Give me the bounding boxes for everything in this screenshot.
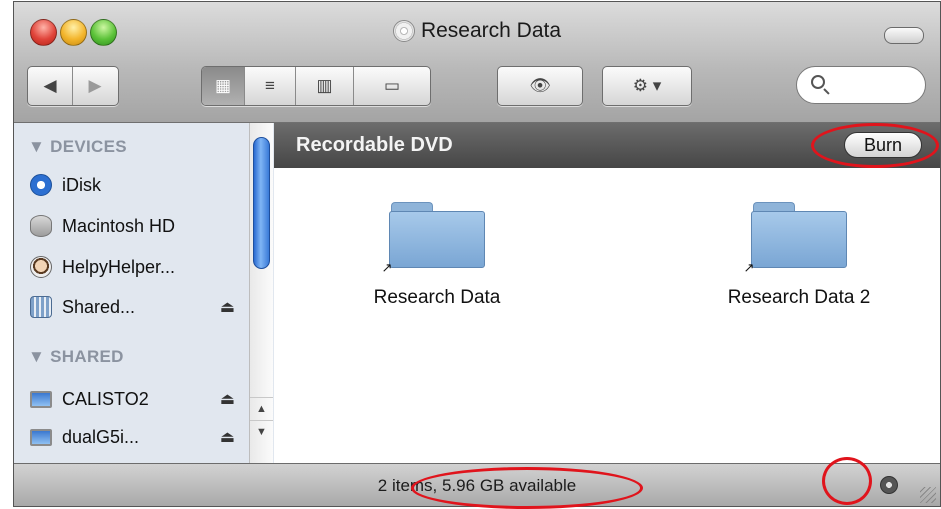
- sidebar-item-dualg5[interactable]: dualG5i... ⏏: [30, 421, 235, 453]
- back-button[interactable]: ◀: [28, 67, 73, 105]
- sidebar-item-label: Shared...: [62, 296, 136, 317]
- action-menu-button[interactable]: ⚙ ▾: [603, 67, 691, 105]
- sidebar-item-label: HelpyHelper...: [62, 256, 176, 277]
- content-header-title: Recordable DVD: [296, 134, 453, 156]
- file-browser-area[interactable]: ↗ Research Data ↗ Research Data 2: [274, 168, 940, 463]
- shared-volume-icon: [30, 296, 52, 318]
- sidebar-item-label: Macintosh HD: [62, 215, 176, 236]
- eject-icon[interactable]: ⏏: [220, 427, 235, 447]
- status-available-space: 2 items, 5.96 GB available: [377, 476, 577, 495]
- folder-label: Research Data: [373, 287, 501, 308]
- dvd-disc-icon: [392, 20, 415, 42]
- window-title-text: Research Data: [420, 19, 562, 42]
- sidebar-item-idisk[interactable]: iDisk: [30, 169, 235, 201]
- resize-grip-icon[interactable]: [920, 487, 936, 503]
- idisk-icon: [30, 174, 52, 196]
- scroll-up-arrow-icon[interactable]: ▲: [250, 397, 273, 420]
- list-view-button[interactable]: ≡: [245, 67, 296, 105]
- burn-progress-icon[interactable]: [880, 476, 898, 494]
- folder-item-research-data[interactable]: ↗ Research Data: [327, 202, 547, 309]
- sidebar-item-label: CALISTO2: [62, 388, 149, 409]
- sidebar-item-shared-volume[interactable]: Shared... ⏏: [30, 291, 235, 323]
- title-bar: Research Data ◀ ▶ ▦ ≡ ▥ ▭ 👁 ⚙ ▾: [14, 2, 940, 123]
- toolbar-toggle-button[interactable]: [884, 27, 924, 44]
- eject-icon[interactable]: ⏏: [220, 389, 235, 409]
- alias-arrow-icon: ↗: [381, 260, 393, 275]
- scroll-down-arrow-icon[interactable]: ▼: [250, 420, 273, 443]
- shared-section-header[interactable]: ▼ SHARED: [28, 347, 124, 367]
- devices-section-header[interactable]: ▼ DEVICES: [28, 137, 127, 157]
- action-menu-group: ⚙ ▾: [602, 66, 692, 106]
- sidebar-item-label: iDisk: [62, 174, 101, 195]
- search-field[interactable]: [796, 66, 926, 104]
- view-mode-group: ▦ ≡ ▥ ▭: [201, 66, 431, 106]
- sidebar-scrollbar[interactable]: ▲ ▼: [249, 123, 273, 463]
- burn-button[interactable]: Burn: [844, 132, 922, 158]
- computer-icon: [30, 390, 52, 408]
- content-header: Recordable DVD Burn: [274, 123, 940, 168]
- hard-drive-icon: [30, 215, 52, 237]
- status-bar: 2 items, 5.96 GB available: [14, 463, 940, 506]
- cover-flow-button[interactable]: ▭: [354, 67, 430, 105]
- icon-view-button[interactable]: ▦: [202, 67, 245, 105]
- folder-item-research-data-2[interactable]: ↗ Research Data 2: [689, 202, 909, 309]
- nav-button-group: ◀ ▶: [27, 66, 119, 106]
- quick-look-button[interactable]: 👁: [498, 67, 582, 105]
- forward-button[interactable]: ▶: [73, 67, 117, 105]
- alias-arrow-icon: ↗: [743, 260, 755, 275]
- window-title: Research Data: [14, 19, 940, 47]
- quick-look-group: 👁: [497, 66, 583, 106]
- folder-label: Research Data 2: [727, 287, 871, 308]
- home-icon: [30, 256, 52, 278]
- folder-alias-icon: ↗: [382, 202, 485, 274]
- scrollbar-thumb[interactable]: [253, 137, 270, 269]
- sidebar: ▼ DEVICES iDisk Macintosh HD HelpyHelper…: [14, 123, 274, 463]
- search-icon: [811, 75, 825, 89]
- finder-window: Research Data ◀ ▶ ▦ ≡ ▥ ▭ 👁 ⚙ ▾ ▼ DEVICE…: [13, 1, 941, 507]
- computer-icon: [30, 428, 52, 446]
- sidebar-item-label: dualG5i...: [62, 426, 140, 447]
- folder-alias-icon: ↗: [744, 202, 847, 274]
- sidebar-item-helpyhelper[interactable]: HelpyHelper...: [30, 251, 235, 283]
- sidebar-item-calisto2[interactable]: CALISTO2 ⏏: [30, 383, 235, 415]
- eject-icon[interactable]: ⏏: [220, 297, 235, 317]
- sidebar-item-macintosh-hd[interactable]: Macintosh HD: [30, 210, 235, 242]
- column-view-button[interactable]: ▥: [296, 67, 354, 105]
